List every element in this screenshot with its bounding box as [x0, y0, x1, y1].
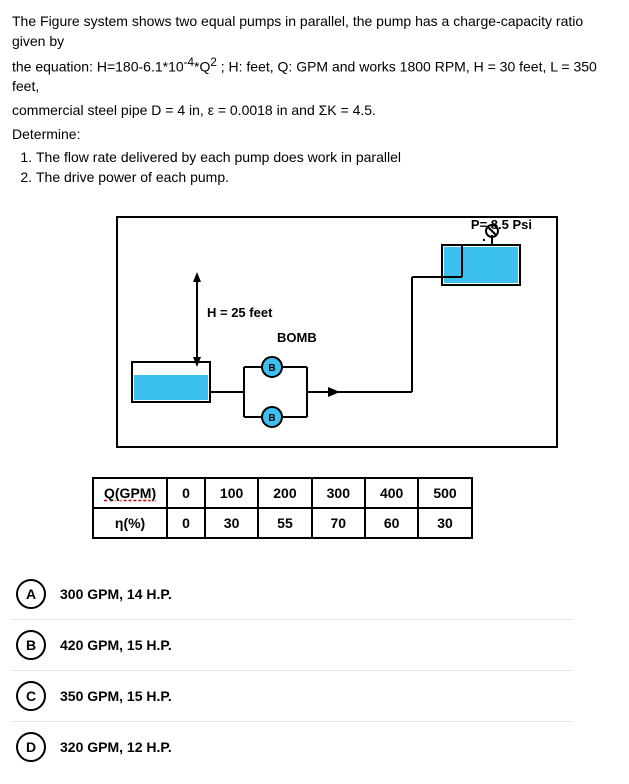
table-cell: 55	[258, 508, 311, 538]
table-cell: 30	[418, 508, 471, 538]
p-label: P= 8.5 Psi	[471, 217, 532, 232]
table-cell: 0	[167, 508, 205, 538]
problem-line-1: The Figure system shows two equal pumps …	[12, 12, 617, 51]
h-label: H = 25 feet	[207, 305, 273, 320]
option-letter-c: C	[16, 681, 46, 711]
table-row: Q(GPM) 0 100 200 300 400 500	[93, 478, 472, 508]
eq-part2: *Q	[194, 59, 210, 75]
table-cell: 0	[167, 478, 205, 508]
table-cell: 100	[205, 478, 258, 508]
option-text-c: 350 GPM, 15 H.P.	[60, 688, 172, 704]
problem-line-4: Determine:	[12, 125, 617, 145]
problem-item-2: The drive power of each pump.	[36, 168, 617, 188]
table-cell: 300	[312, 478, 365, 508]
eq-part1: the equation: H=180-6.1*10	[12, 59, 184, 75]
table-cell: 30	[205, 508, 258, 538]
option-letter-b: B	[16, 630, 46, 660]
problem-line-2: the equation: H=180-6.1*10-4*Q2 ; H: fee…	[12, 55, 617, 97]
svg-text:.: .	[482, 228, 486, 244]
efficiency-table: Q(GPM) 0 100 200 300 400 500 η(%) 0 30 5…	[92, 477, 617, 539]
system-figure: P= 8.5 Psi . H = 25 feet BOMB B B	[92, 207, 562, 457]
option-c[interactable]: C 350 GPM, 15 H.P.	[12, 671, 572, 722]
table-row: η(%) 0 30 55 70 60 30	[93, 508, 472, 538]
answer-options: A 300 GPM, 14 H.P. B 420 GPM, 15 H.P. C …	[12, 569, 572, 772]
pump-b-bottom: B	[268, 413, 275, 424]
eq-sup1: -4	[184, 56, 194, 69]
option-letter-d: D	[16, 732, 46, 762]
option-b[interactable]: B 420 GPM, 15 H.P.	[12, 620, 572, 671]
problem-line-3: commercial steel pipe D = 4 in, ε = 0.00…	[12, 101, 617, 121]
table-cell: 200	[258, 478, 311, 508]
q-row-label: Q(GPM)	[93, 478, 167, 508]
problem-list: The flow rate delivered by each pump doe…	[12, 148, 617, 187]
option-d[interactable]: D 320 GPM, 12 H.P.	[12, 722, 572, 772]
table-cell: 400	[365, 478, 418, 508]
bomb-label: BOMB	[277, 330, 317, 345]
option-text-b: 420 GPM, 15 H.P.	[60, 637, 172, 653]
option-text-d: 320 GPM, 12 H.P.	[60, 739, 172, 755]
option-letter-a: A	[16, 579, 46, 609]
option-a[interactable]: A 300 GPM, 14 H.P.	[12, 569, 572, 620]
eta-row-label: η(%)	[93, 508, 167, 538]
problem-item-1: The flow rate delivered by each pump doe…	[36, 148, 617, 168]
table-cell: 70	[312, 508, 365, 538]
table-cell: 500	[418, 478, 471, 508]
pump-b-top: B	[268, 363, 275, 374]
figure-svg: P= 8.5 Psi . H = 25 feet BOMB B B	[92, 207, 562, 457]
option-text-a: 300 GPM, 14 H.P.	[60, 586, 172, 602]
table-cell: 60	[365, 508, 418, 538]
